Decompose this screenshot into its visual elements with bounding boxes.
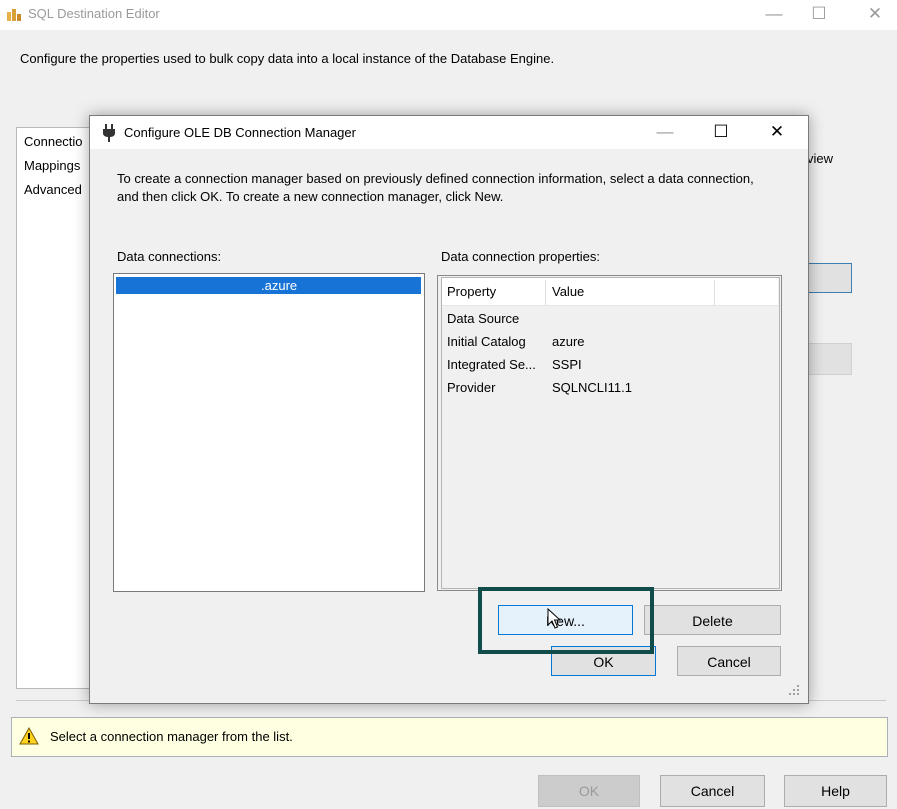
resize-grip-icon[interactable] [788,684,800,696]
data-connection-properties-label: Data connection properties: [441,249,600,264]
column-separator[interactable] [545,280,546,305]
data-connections-label: Data connections: [117,249,222,264]
dialog-minimize-button[interactable]: — [643,118,687,146]
property-name: Data Source [447,311,520,326]
column-header-property[interactable]: Property [447,284,496,299]
app-icon [7,9,21,21]
background-partial-control-2[interactable] [806,343,852,375]
background-window-title: SQL Destination Editor [28,6,160,21]
data-connections-list[interactable] [113,273,425,592]
property-value: azure [552,334,585,349]
property-name: Provider [447,380,496,395]
plug-icon [103,124,115,142]
background-instructions: Configure the properties used to bulk co… [20,51,555,66]
property-name: Integrated Se... [447,357,536,372]
data-connection-item-label: .azure [261,278,298,293]
property-value: SQLNCLI11.1 [552,380,632,395]
nav-item-mappings[interactable]: Mappings [24,158,80,173]
property-name: Initial Catalog [447,334,526,349]
property-value: SSPI [552,357,582,372]
cancel-button[interactable]: Cancel [677,646,781,676]
mouse-cursor-icon [547,608,561,629]
dialog-instructions: To create a connection manager based on … [117,171,754,204]
background-maximize-button[interactable]: ☐ [799,2,839,26]
background-partial-label: view [807,151,834,166]
column-separator[interactable] [714,280,715,305]
dialog-close-button[interactable]: ✕ [755,118,799,146]
dialog-maximize-button[interactable]: ☐ [699,118,743,146]
highlight-box [478,587,654,654]
background-partial-control[interactable] [806,263,852,293]
background-close-button[interactable]: ✕ [855,2,895,26]
nav-item-advanced[interactable]: Advanced [24,182,82,197]
status-message: Select a connection manager from the lis… [50,729,293,744]
background-nav-panel [16,127,98,689]
delete-button[interactable]: Delete [644,605,781,635]
background-ok-button[interactable]: OK [538,775,640,807]
background-cancel-button[interactable]: Cancel [660,775,765,807]
column-header-value[interactable]: Value [552,284,584,299]
warning-icon [19,727,39,745]
background-help-button[interactable]: Help [784,775,887,807]
dialog-title: Configure OLE DB Connection Manager [124,125,356,140]
data-connection-item[interactable]: .azure [116,277,421,294]
background-minimize-button[interactable]: — [754,2,794,26]
nav-item-connection-manager[interactable]: Connectio [24,134,83,149]
